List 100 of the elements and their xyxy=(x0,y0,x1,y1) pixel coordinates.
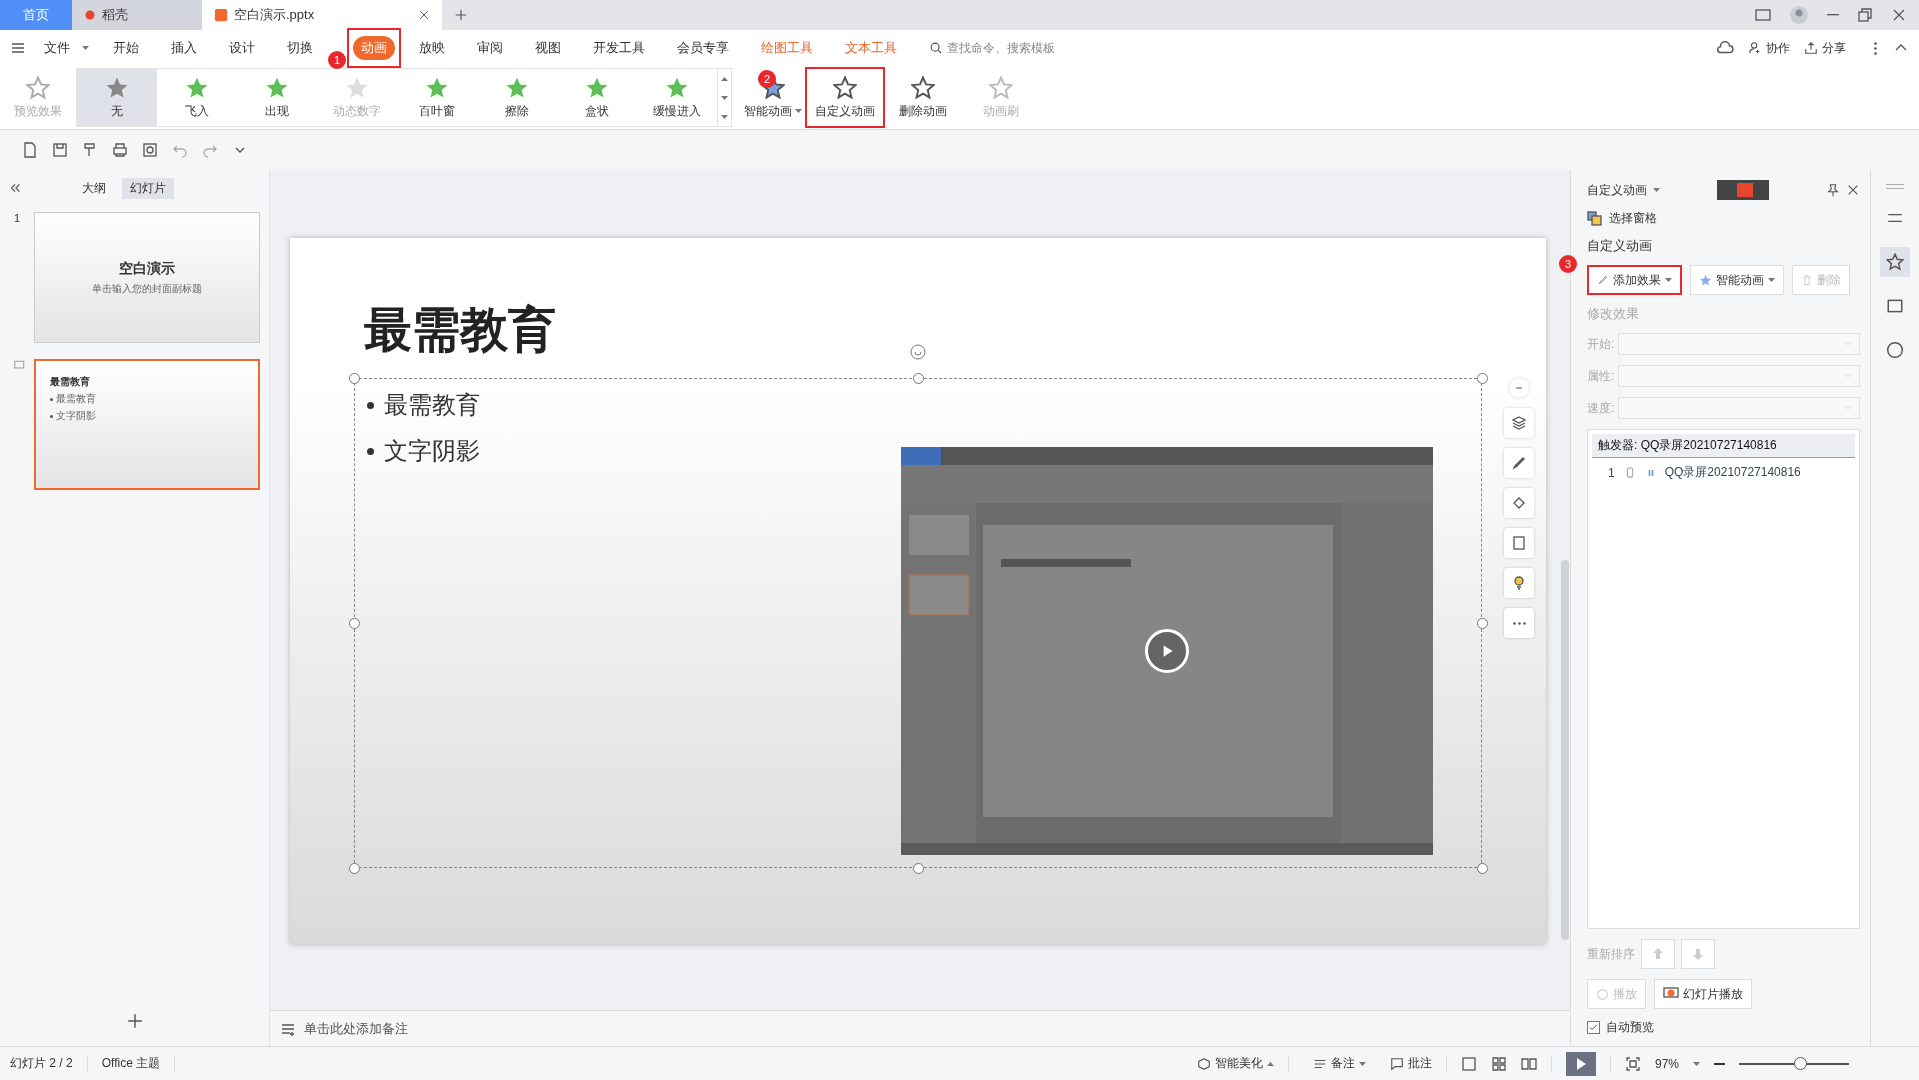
bullet-text[interactable]: 文字阴影 xyxy=(367,435,480,467)
star-icon xyxy=(26,75,50,100)
animation-tool-button[interactable]: 删除动画 xyxy=(884,68,962,127)
animation-list-item[interactable]: 1 QQ录屏20210727140816 xyxy=(1592,464,1855,481)
pen-icon xyxy=(1511,455,1527,471)
resize-handle[interactable] xyxy=(1477,618,1488,629)
normal-view-icon xyxy=(1460,1055,1477,1072)
animation-tool-button[interactable]: 智能动画 2 xyxy=(740,68,806,127)
caret-icon xyxy=(1266,1061,1274,1066)
slide-title[interactable]: 最需教育 xyxy=(364,298,1482,378)
panel-tab[interactable]: 幻灯片 xyxy=(121,177,174,199)
cube-icon xyxy=(1196,1056,1211,1071)
search-field[interactable]: 查找命令、搜索模板 xyxy=(929,39,1055,57)
notes-button[interactable]: 备注 xyxy=(1312,1055,1366,1072)
zoom-level[interactable]: 97% xyxy=(1654,1056,1679,1071)
resize-handle[interactable] xyxy=(349,863,360,874)
slide-thumbnail[interactable]: 最需教育 最需教育 文字阴影 xyxy=(34,359,260,490)
resize-handle[interactable] xyxy=(349,618,360,629)
frame-icon xyxy=(1511,535,1527,551)
ribbon-tab[interactable]: 开始 xyxy=(99,28,153,68)
smart-animation-button[interactable]: 智能动画 xyxy=(1690,265,1784,295)
ribbon-tab[interactable]: 审阅 xyxy=(463,28,517,68)
animation-effect[interactable]: 擦除 xyxy=(477,69,557,126)
animation-effect[interactable]: 无 xyxy=(77,69,157,126)
share-icon xyxy=(1804,41,1818,55)
pen-button[interactable] xyxy=(1504,448,1534,478)
section-heading: 修改效果 xyxy=(1587,305,1640,323)
avatar-icon[interactable] xyxy=(1789,5,1809,25)
ribbon-tab[interactable]: 绘图工具 xyxy=(747,28,827,68)
theme-name: Office 主题 xyxy=(101,1055,161,1072)
resize-handle[interactable] xyxy=(1477,863,1488,874)
shape-fill-button[interactable] xyxy=(1504,488,1534,518)
resize-handle[interactable] xyxy=(913,863,924,874)
slide-counter: 幻灯片 2 / 2 xyxy=(10,1055,73,1072)
idea-button[interactable] xyxy=(1504,568,1534,598)
collapse-panel-icon xyxy=(8,181,22,195)
panel-tab[interactable]: 大纲 xyxy=(73,177,114,199)
beautify-button[interactable]: 智能美化 xyxy=(1196,1055,1274,1072)
bullet-text[interactable]: 最需教育 xyxy=(367,389,480,421)
layers-button[interactable] xyxy=(1504,408,1534,438)
animation-effect[interactable]: 百叶窗 xyxy=(397,69,477,126)
step-badge: 2 xyxy=(758,70,776,88)
play-button[interactable] xyxy=(1145,629,1189,673)
close-icon xyxy=(1891,7,1907,23)
ribbon-tab[interactable]: 设计 xyxy=(215,28,269,68)
dropdown-field[interactable] xyxy=(1618,397,1860,419)
slide-number: 1 xyxy=(14,212,21,224)
dropdown-field[interactable] xyxy=(1618,333,1860,355)
star-icon xyxy=(1886,253,1904,271)
section-heading: 自定义动画 xyxy=(1587,237,1653,255)
document-tab[interactable]: 稻壳 xyxy=(72,0,202,30)
rotate-handle[interactable] xyxy=(910,344,926,360)
animation-tool-button[interactable]: 自定义动画 xyxy=(806,68,884,127)
save-icon xyxy=(52,142,68,158)
zoom-slider[interactable] xyxy=(1793,1056,1807,1070)
collaborate-button[interactable]: 协作 xyxy=(1748,39,1790,57)
zoom-out-icon[interactable] xyxy=(1714,1062,1725,1065)
selection-pane-button[interactable]: 选择窗格 xyxy=(1587,210,1860,227)
field-label: 开始: xyxy=(1587,335,1615,353)
frame-button[interactable] xyxy=(1504,528,1534,558)
collapse-button[interactable] xyxy=(1509,378,1529,398)
caret-icon xyxy=(721,76,728,81)
file-menu[interactable]: 文件 xyxy=(30,28,95,68)
animation-effect[interactable]: 飞入 xyxy=(157,69,237,126)
document-tab[interactable]: 空白演示.pptx xyxy=(202,0,442,30)
auto-preview-checkbox[interactable]: 自动预览 xyxy=(1587,1019,1860,1036)
dropdown-field[interactable] xyxy=(1618,365,1860,387)
star-icon xyxy=(989,75,1013,100)
ribbon-tab[interactable]: 视图 xyxy=(521,28,575,68)
animation-effect[interactable]: 缓慢进入 xyxy=(637,69,717,126)
animation-pane-button[interactable] xyxy=(1880,247,1910,277)
ribbon-tab[interactable]: 切换 xyxy=(273,28,327,68)
animation-effect[interactable]: 出现 xyxy=(237,69,317,126)
selection-pane-icon xyxy=(1587,210,1603,227)
resize-handle[interactable] xyxy=(349,373,360,384)
ribbon-tab[interactable]: 会员专享 xyxy=(663,28,743,68)
resize-handle[interactable] xyxy=(1477,373,1488,384)
animation-effect[interactable]: 盒状 xyxy=(557,69,637,126)
scrollbar-thumb[interactable] xyxy=(1561,560,1569,940)
pane-title[interactable]: 自定义动画 xyxy=(1587,181,1647,199)
ribbon-tab[interactable]: 放映 xyxy=(405,28,459,68)
ribbon-tab[interactable]: 文本工具 xyxy=(831,28,911,68)
comments-button[interactable]: 批注 xyxy=(1389,1055,1432,1072)
slideshow-play-button[interactable] xyxy=(1565,1051,1596,1076)
notes-placeholder[interactable]: 单击此处添加备注 xyxy=(304,1019,408,1038)
slideshow-button[interactable]: 幻灯片播放 xyxy=(1654,979,1752,1009)
menu-icon xyxy=(10,40,26,56)
share-button[interactable]: 分享 xyxy=(1804,39,1846,57)
more-icon[interactable] xyxy=(1874,41,1877,55)
slide-thumbnail[interactable]: 空白演示 单击输入您的封面副标题 xyxy=(34,212,260,343)
star-icon xyxy=(911,75,935,100)
slides-icon xyxy=(1886,297,1904,315)
drag-handle-icon xyxy=(1886,184,1904,189)
ribbon-tab[interactable]: 插入 xyxy=(157,28,211,68)
resize-handle[interactable] xyxy=(913,373,924,384)
minimize-icon[interactable] xyxy=(1827,14,1839,16)
ribbon-tab[interactable]: 开发工具 xyxy=(579,28,659,68)
caret-icon xyxy=(1693,1061,1700,1066)
text-box[interactable]: 最需教育 文字阴影 xyxy=(354,378,1482,868)
gallery-scroll[interactable] xyxy=(717,69,731,126)
